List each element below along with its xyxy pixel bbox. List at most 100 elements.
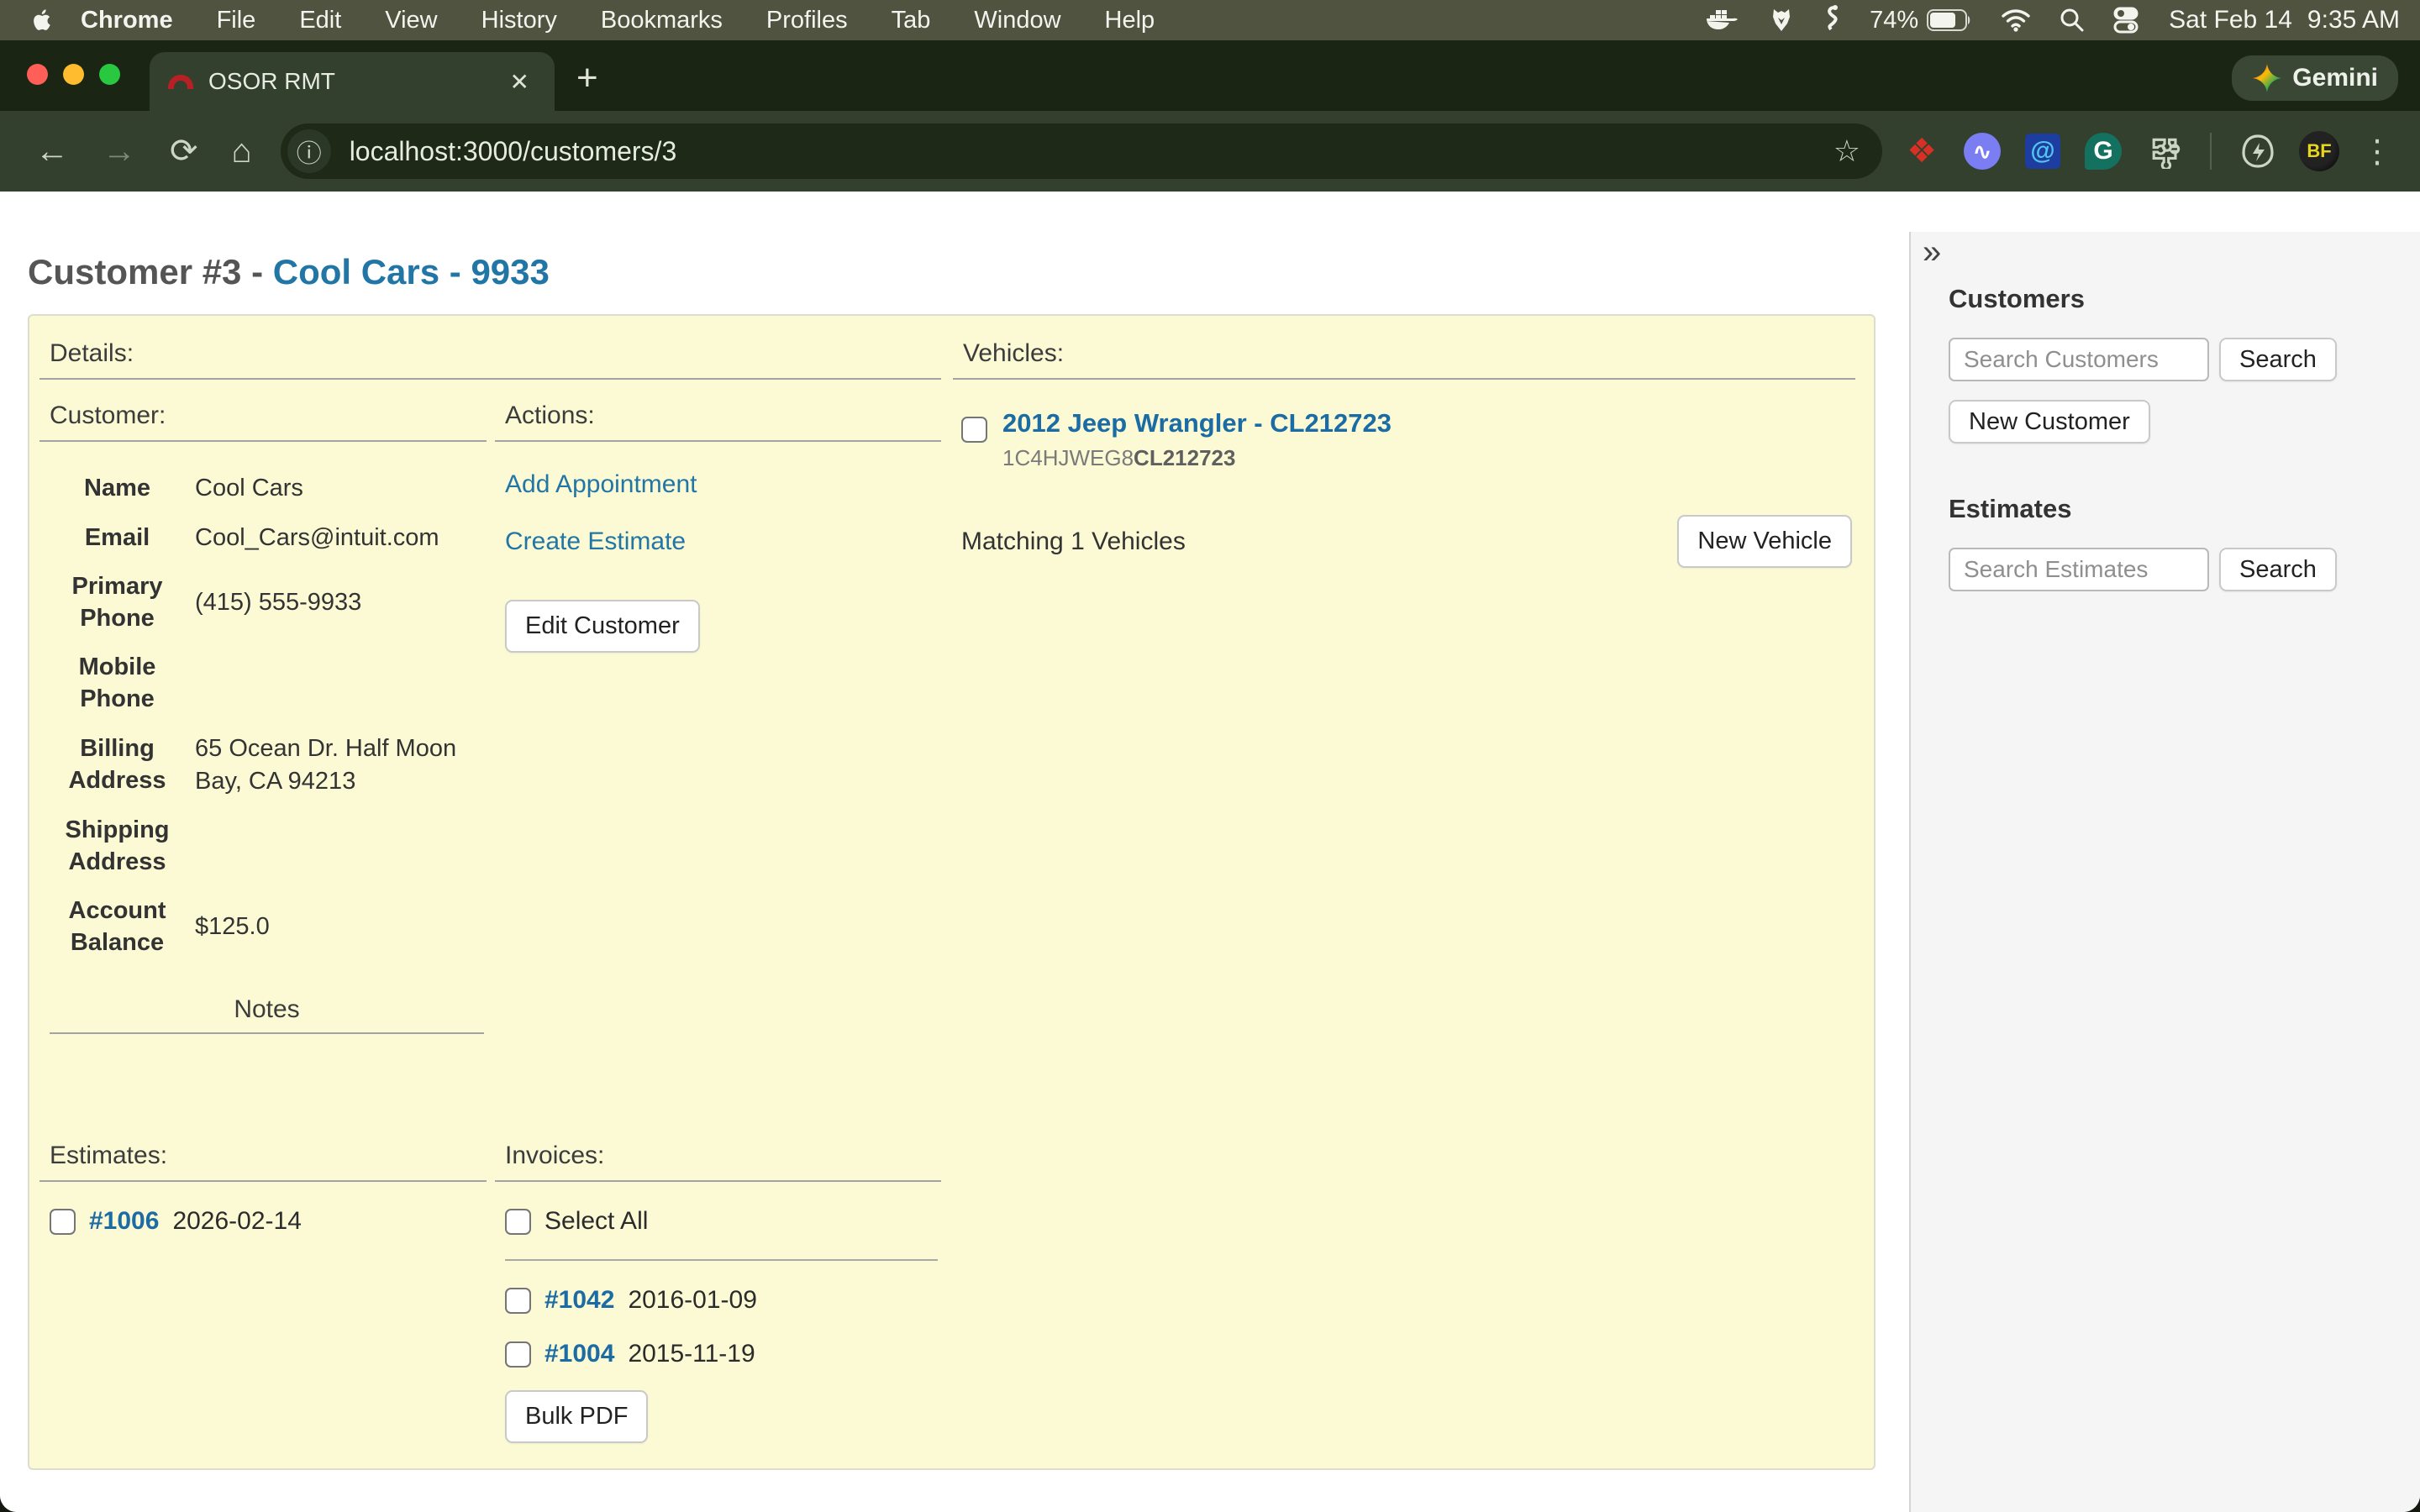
menubar-clock[interactable]: Sat Feb 14 9:35 AM: [2169, 6, 2400, 34]
menu-window[interactable]: Window: [952, 7, 1082, 34]
extension-red-icon[interactable]: ❖: [1902, 132, 1941, 171]
right-sidebar: » Customers Search New Customer Estimate…: [1909, 232, 2420, 1512]
page-title: Customer #3 - Cool Cars - 9933: [28, 252, 1876, 292]
macos-menubar: Chrome File Edit View History Bookmarks …: [0, 0, 2420, 40]
new-customer-button[interactable]: New Customer: [1949, 400, 2150, 444]
invoice-date: 2015-11-19: [628, 1340, 755, 1368]
customer-name-link[interactable]: Cool Cars - 9933: [273, 252, 550, 291]
field-row-billing-address: Billing Address65 Ocean Dr. Half Moon Ba…: [39, 724, 487, 806]
customer-heading: Customer:: [39, 380, 487, 442]
add-appointment-link[interactable]: Add Appointment: [505, 470, 941, 499]
reload-button[interactable]: ⟳: [153, 132, 215, 171]
search-estimates-button[interactable]: Search: [2219, 548, 2337, 591]
profile-avatar[interactable]: BF: [2299, 131, 2339, 171]
control-center-icon[interactable]: [2113, 7, 2140, 34]
field-value-billing-address: 65 Ocean Dr. Half Moon Bay, CA 94213: [195, 724, 487, 806]
sidebar-customers-heading: Customers: [1949, 284, 2420, 314]
battery-indicator[interactable]: 74%: [1870, 7, 1972, 34]
menu-edit[interactable]: Edit: [277, 7, 363, 34]
time-label: 9:35 AM: [2307, 6, 2400, 34]
gemini-label: Gemini: [2292, 64, 2378, 92]
address-bar[interactable]: ⓘ localhost:3000/customers/3 ☆: [281, 123, 1882, 179]
spotlight-search-icon[interactable]: [2060, 8, 2085, 33]
customer-subcolumn: Customer: NameCool Cars EmailCool_Cars@i…: [39, 380, 487, 1034]
invoice-link[interactable]: #1042: [544, 1286, 614, 1315]
gemini-sparkle-icon: [2252, 63, 2282, 93]
estimate-checkbox[interactable]: [50, 1209, 76, 1235]
vehicles-heading: Vehicles:: [953, 331, 1855, 380]
invoice-row: #1004 2015-11-19: [505, 1340, 941, 1368]
wifi-icon[interactable]: [2001, 8, 2031, 32]
new-vehicle-button[interactable]: New Vehicle: [1677, 515, 1852, 568]
snake-app-icon[interactable]: [1824, 5, 1841, 35]
menu-chrome[interactable]: Chrome: [69, 7, 195, 34]
extension-purple-icon[interactable]: ∿: [1964, 133, 2001, 170]
page-content: Customer #3 - Cool Cars - 9933 Details: …: [0, 232, 2420, 1512]
search-customers-button[interactable]: Search: [2219, 338, 2337, 381]
fullscreen-window-button[interactable]: [99, 64, 120, 85]
invoice-link[interactable]: #1004: [544, 1340, 614, 1368]
apple-logo-icon[interactable]: [32, 8, 54, 33]
collapse-sidebar-icon[interactable]: »: [1923, 234, 1941, 271]
minimize-window-button[interactable]: [63, 64, 84, 85]
browser-tab[interactable]: OSOR RMT ✕: [150, 52, 555, 111]
field-row-name: NameCool Cars: [39, 464, 487, 513]
back-button[interactable]: ←: [18, 133, 86, 171]
extensions-puzzle-icon[interactable]: [2144, 132, 2183, 171]
docker-icon[interactable]: [1705, 7, 1739, 34]
invoices-heading: Invoices:: [495, 1142, 941, 1182]
estimate-link[interactable]: #1006: [89, 1207, 159, 1236]
redmine-favicon: [168, 75, 193, 89]
new-tab-button[interactable]: +: [576, 57, 598, 99]
tab-close-icon[interactable]: ✕: [503, 65, 536, 99]
forward-button[interactable]: →: [86, 133, 153, 171]
home-button[interactable]: ⌂: [215, 133, 269, 171]
invoice-checkbox[interactable]: [505, 1288, 531, 1314]
close-window-button[interactable]: [27, 64, 48, 85]
estimates-subcolumn: Estimates: #1006 2026-02-14: [39, 1142, 487, 1443]
menu-bookmarks[interactable]: Bookmarks: [579, 7, 744, 34]
create-estimate-link[interactable]: Create Estimate: [505, 528, 941, 556]
invoice-row: #1042 2016-01-09: [505, 1286, 941, 1315]
matching-vehicles-label: Matching 1 Vehicles: [961, 528, 1186, 556]
tab-strip: OSOR RMT ✕ + Gemini: [0, 40, 2420, 111]
edit-customer-button[interactable]: Edit Customer: [505, 600, 700, 653]
estimate-date: 2026-02-14: [172, 1207, 301, 1236]
browser-window: OSOR RMT ✕ + Gemini ← → ⟳ ⌂ ⓘ localhost:…: [0, 40, 2420, 1512]
chrome-menu-icon[interactable]: ⋮: [2348, 133, 2402, 171]
invoices-divider: [505, 1259, 938, 1261]
actions-heading: Actions:: [495, 380, 941, 442]
bookmark-star-icon[interactable]: ☆: [1820, 134, 1874, 169]
invoice-checkbox[interactable]: [505, 1341, 531, 1368]
tab-title: OSOR RMT: [208, 68, 503, 95]
menu-history[interactable]: History: [460, 7, 579, 34]
search-estimates-input[interactable]: [1949, 548, 2209, 591]
menu-file[interactable]: File: [195, 7, 278, 34]
sidebar-estimates-heading: Estimates: [1949, 494, 2420, 524]
customer-panel: Details: Customer: NameCool Cars EmailCo…: [28, 314, 1876, 1470]
field-row-mobile-phone: Mobile Phone: [39, 643, 487, 724]
menu-help[interactable]: Help: [1083, 7, 1177, 34]
bulk-pdf-button[interactable]: Bulk PDF: [505, 1390, 648, 1443]
gemini-button[interactable]: Gemini: [2232, 55, 2398, 101]
menu-profiles[interactable]: Profiles: [744, 7, 870, 34]
window-controls: [27, 64, 120, 85]
search-customers-input[interactable]: [1949, 338, 2209, 381]
fox-app-icon[interactable]: [1767, 6, 1796, 34]
customer-fields-table: NameCool Cars EmailCool_Cars@intuit.com …: [39, 464, 487, 967]
field-value-shipping-address: [195, 806, 487, 887]
grammarly-icon[interactable]: G: [2085, 133, 2122, 170]
vehicle-checkbox[interactable]: [961, 417, 987, 443]
url-text[interactable]: localhost:3000/customers/3: [350, 136, 1820, 167]
vehicle-link[interactable]: 2012 Jeep Wrangler - CL212723: [1002, 408, 1392, 438]
site-info-icon[interactable]: ⓘ: [287, 129, 331, 173]
details-heading: Details:: [39, 331, 941, 380]
field-value-account-balance: $125.0: [195, 887, 487, 967]
menu-tab[interactable]: Tab: [870, 7, 953, 34]
browser-toolbar: ← → ⟳ ⌂ ⓘ localhost:3000/customers/3 ☆ ❖…: [0, 111, 2420, 192]
toolbar-separator: [2210, 133, 2212, 170]
performance-leaf-icon[interactable]: [2238, 132, 2277, 171]
select-all-checkbox[interactable]: [505, 1209, 531, 1235]
menu-view[interactable]: View: [363, 7, 459, 34]
extension-email-lock-icon[interactable]: @: [2025, 134, 2060, 169]
